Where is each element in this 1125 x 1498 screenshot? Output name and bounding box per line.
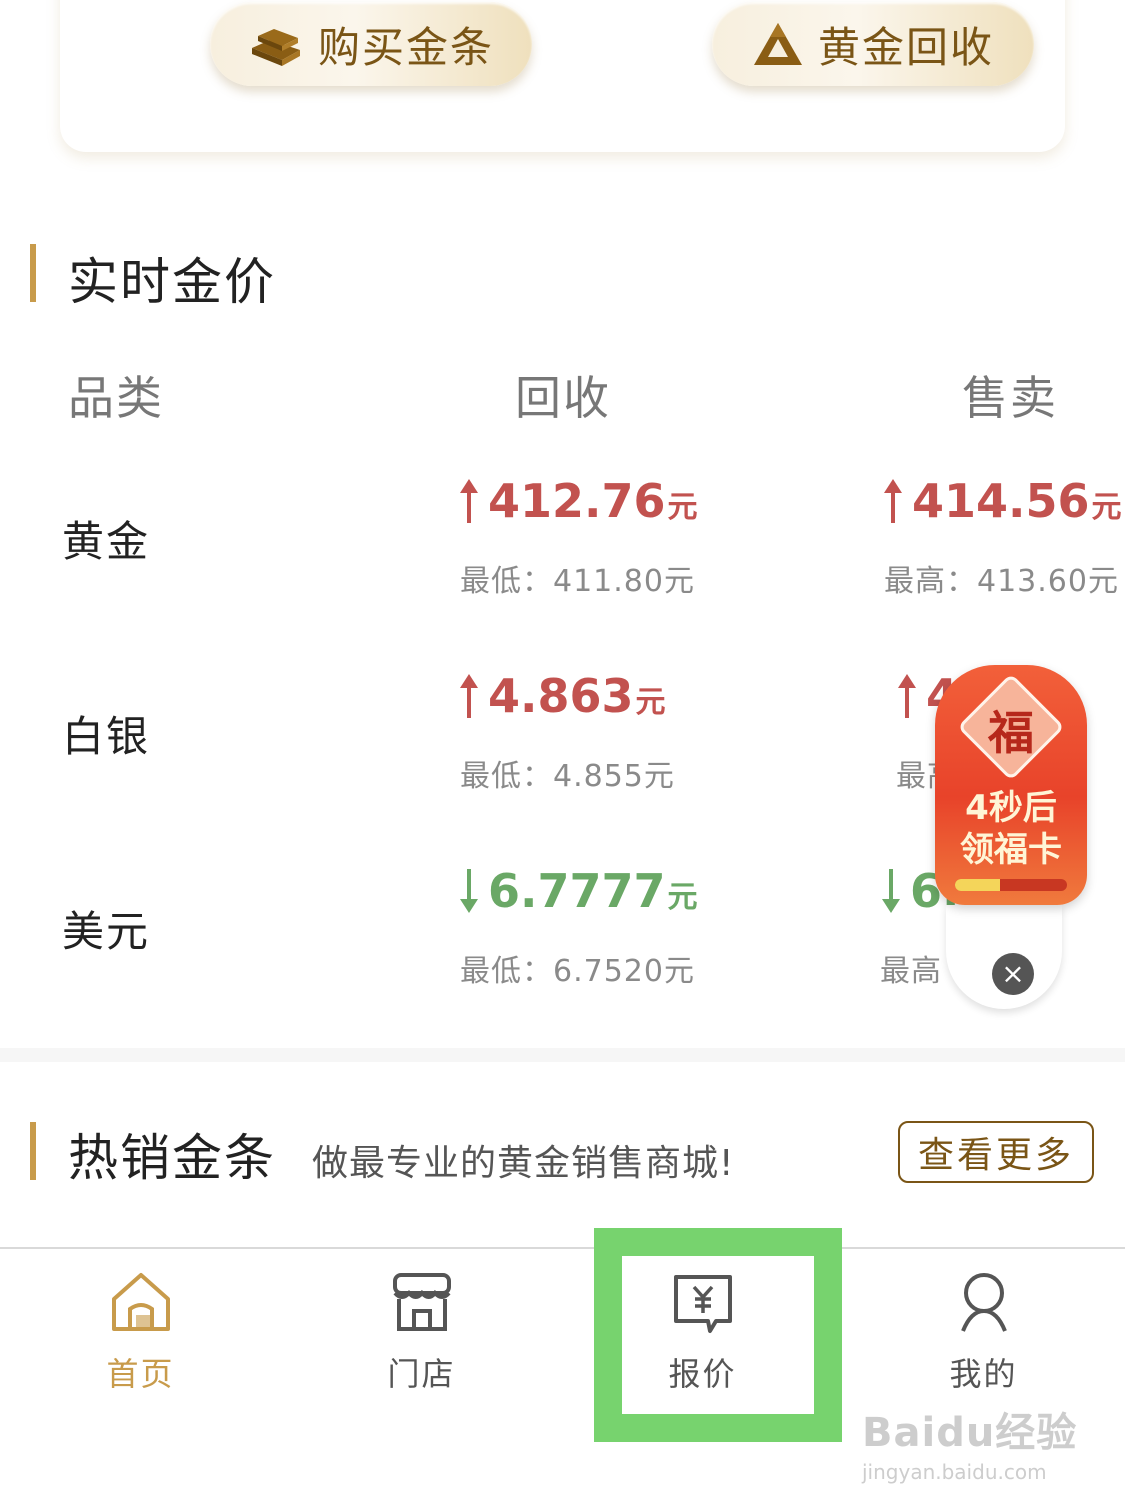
tab-label: 门店 [387,1355,456,1393]
arrow-up-icon [460,479,478,523]
gold-recycle-price: 412.76 元 [458,474,698,528]
arrow-down-icon [882,869,900,913]
arrow-up-icon [460,674,478,718]
usd-recycle-low: 最低：6.7520元 [460,954,695,989]
tab-label: 我的 [949,1355,1018,1393]
arrow-up-icon [884,479,902,523]
header-recycle: 回收 [515,371,611,425]
arrow-down-icon [460,869,478,913]
row-name-usd: 美元 [62,907,151,956]
tab-home[interactable]: 首页 [0,1249,281,1449]
header-sell: 售卖 [962,371,1058,425]
watermark-title: Baidu经验 [862,1410,1078,1456]
price-value: 4.863 [488,669,634,723]
buy-gold-bar-label: 购买金条 [317,22,494,72]
gold-recycle-low: 最低：411.80元 [460,564,695,599]
row-name-silver: 白银 [62,712,151,761]
recycle-triangle-icon [753,23,802,65]
promo-text: 4秒后 领福卡 [935,787,1087,871]
promo-action: 领福卡 [960,830,1062,870]
arrow-up-icon [898,674,916,718]
row-name-gold: 黄金 [62,517,151,566]
user-icon [960,1273,1007,1332]
price-value: 414.56 [912,474,1090,528]
price-unit: 元 [667,880,698,915]
promo-progress-bar [955,879,1067,891]
usd-recycle-price: 6.7777 元 [458,864,698,918]
gold-sell-high: 最高：413.60元 [884,564,1119,599]
price-unit: 元 [1091,490,1122,525]
price-unit: 元 [635,685,666,720]
promo-progress-fill [955,879,1000,891]
tutorial-highlight-box [594,1228,842,1442]
view-more-button[interactable]: 查看更多 [898,1121,1094,1183]
fu-card-promo[interactable]: 福 4秒后 领福卡 [935,665,1087,915]
tab-store[interactable]: 门店 [281,1249,562,1449]
price-value: 6.7777 [488,864,666,918]
price-unit: 元 [667,490,698,525]
gold-bar-icon [251,29,300,66]
gold-recycle-button[interactable]: 黄金回收 [712,2,1034,86]
section-accent-bar [30,1122,36,1180]
store-icon [392,1273,451,1331]
gold-recycle-label: 黄金回收 [817,22,994,72]
hot-gold-bar-title: 热销金条 [68,1129,276,1187]
promo-countdown: 4秒后 [965,788,1057,828]
promo-close-icon[interactable]: × [992,953,1034,995]
baidu-jingyan-watermark: Baidu经验 jingyan.baidu.com [862,1400,1077,1484]
usd-sell-high: 最高 [880,954,942,989]
header-category: 品类 [68,371,164,425]
buy-gold-bar-button[interactable]: 购买金条 [210,2,532,86]
silver-recycle-low: 最低：4.855元 [460,759,675,794]
fu-character: 福 [988,706,1034,760]
section-accent-bar [30,244,36,302]
realtime-price-title: 实时金价 [68,253,276,311]
section-divider [0,1048,1125,1062]
action-card: 购买金条 黄金回收 [60,0,1065,152]
tab-label: 首页 [106,1355,175,1393]
gold-sell-price: 414.56 元 [882,474,1122,528]
watermark-url: jingyan.baidu.com [862,1460,1047,1484]
silver-recycle-price: 4.863 元 [458,669,666,723]
home-icon [111,1273,170,1331]
price-value: 412.76 [488,474,666,528]
hot-gold-bar-subtitle: 做最专业的黄金销售商城! [312,1143,735,1184]
